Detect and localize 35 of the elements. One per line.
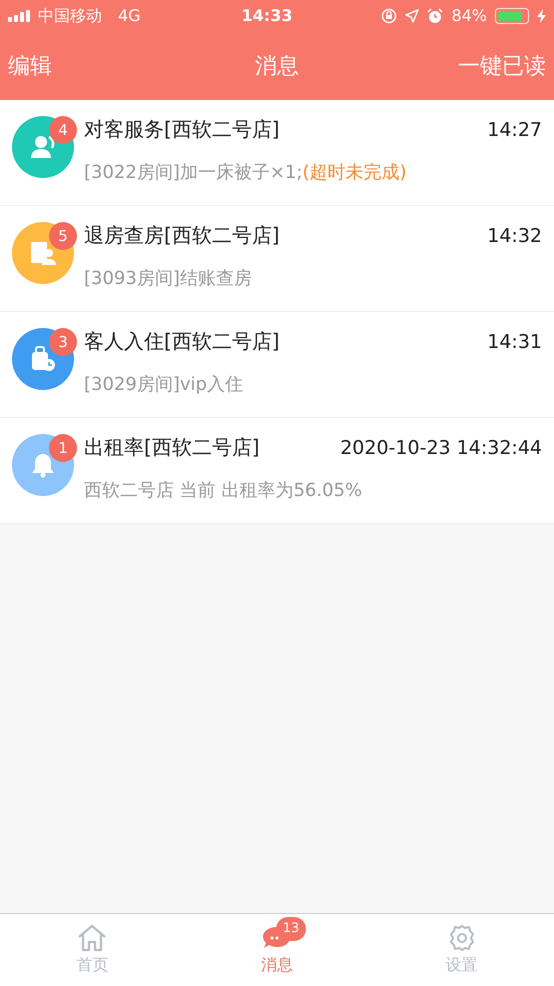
- message-time: 14:32: [487, 224, 542, 249]
- message-detail: [3093房间]结账查房: [84, 266, 253, 290]
- message-item[interactable]: 5 退房查房[西软二号店] 14:32 [3093房间]结账查房: [0, 206, 554, 312]
- unread-count: 1: [49, 434, 77, 462]
- message-detail: 西软二号店 当前 出租率为56.05%: [84, 478, 364, 502]
- network-type: 4G: [118, 5, 141, 27]
- unread-count: 4: [49, 116, 77, 144]
- message-title: 对客服务[西软二号店]: [84, 116, 280, 143]
- page-title: 消息: [255, 52, 299, 80]
- battery-icon: [495, 8, 529, 24]
- unread-count: 5: [49, 222, 77, 250]
- unread-total: 13: [276, 917, 306, 941]
- mark-all-read-button[interactable]: 一键已读: [426, 50, 546, 82]
- tab-bar-item[interactable]: 首页: [0, 914, 185, 986]
- clock-time: 14:33: [242, 5, 292, 27]
- message-time: 14:31: [487, 330, 542, 355]
- message-detail: [3022房间]加一床被子×1;(超时未完成): [84, 160, 408, 184]
- carrier-name: 中国移动: [38, 5, 102, 27]
- message-time: 14:27: [487, 118, 542, 143]
- tab-bar-item[interactable]: 13 消息: [184, 914, 370, 986]
- location-arrow-icon: [405, 9, 420, 23]
- message-title: 出租率[西软二号店]: [84, 434, 260, 461]
- message-time: 2020-10-23 14:32:44: [340, 436, 542, 461]
- message-item[interactable]: 3 客人入住[西软二号店] 14:31 [3029房间]vip入住: [0, 312, 554, 418]
- rotation-lock-icon: [381, 8, 398, 24]
- message-item[interactable]: 4 对客服务[西软二号店] 14:27 [3022房间]加一床被子×1;(超时未完成): [0, 100, 554, 206]
- edit-button[interactable]: 编辑: [8, 50, 128, 82]
- message-title: 客人入住[西软二号店]: [84, 328, 280, 355]
- unread-count: 3: [49, 328, 77, 356]
- tab-bar-item[interactable]: 设置: [369, 914, 554, 986]
- message-item[interactable]: 1 出租率[西软二号店] 2020-10-23 14:32:44 西软二号店 当前 出租率为56.05%: [0, 418, 554, 524]
- alarm-clock-icon: [427, 8, 444, 24]
- message-detail: [3029房间]vip入住: [84, 372, 244, 396]
- battery-percent: 84%: [451, 5, 487, 27]
- message-title: 退房查房[西软二号店]: [84, 222, 280, 249]
